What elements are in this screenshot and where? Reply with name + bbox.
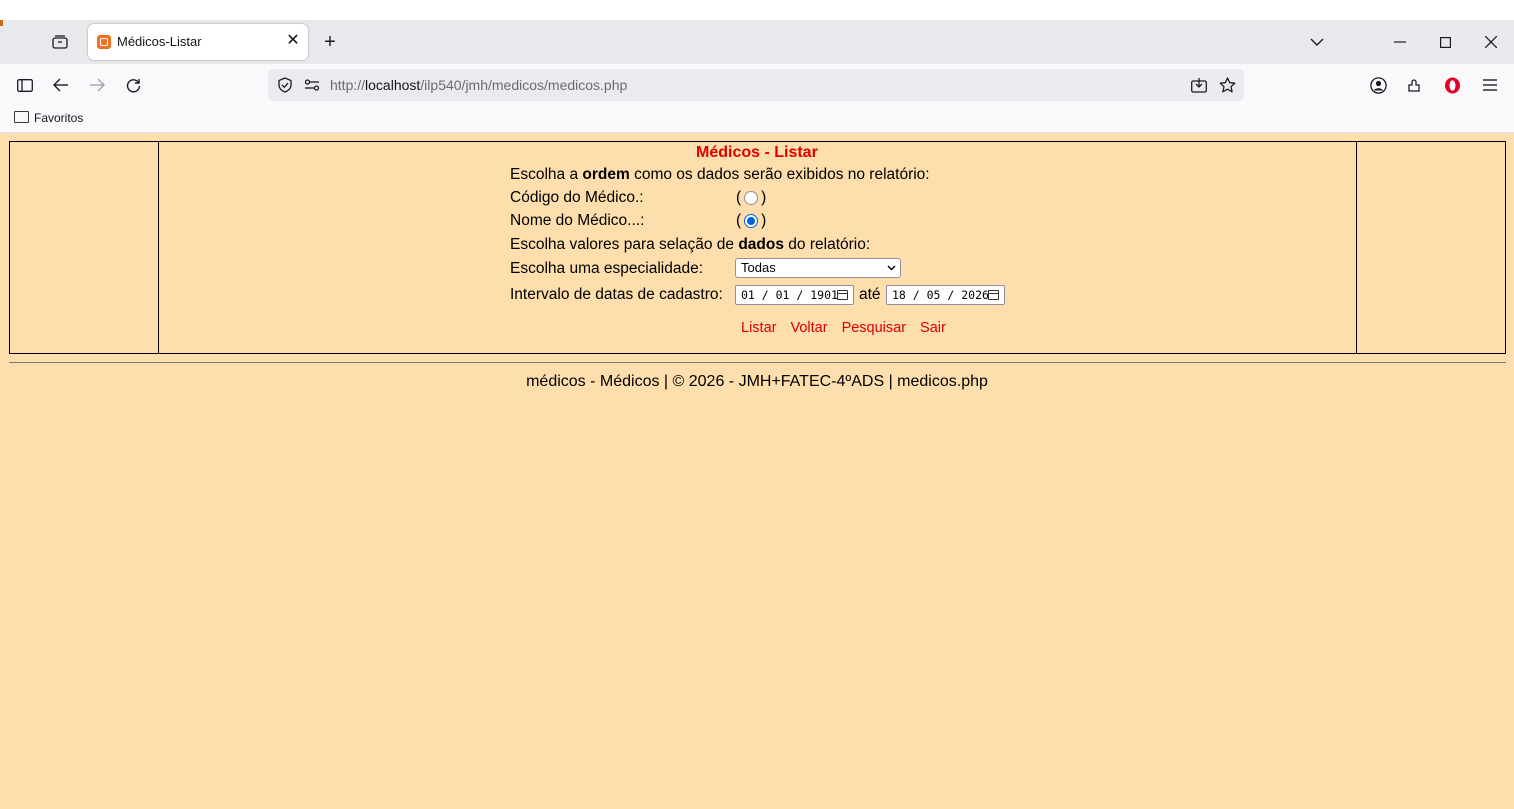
chevron-down-icon (887, 259, 896, 277)
tab-medicos-listar[interactable]: Médicos-Listar ✕ (88, 24, 308, 60)
sair-link[interactable]: Sair (920, 320, 946, 336)
page-footer: médicos - Médicos | © 2026 - JMH+FATEC-4… (526, 373, 988, 390)
date-range-label: Intervalo de datas de cadastro: (510, 286, 723, 303)
page-content: Médicos - Listar Escolha a ordem como os… (0, 133, 1514, 809)
date-from-value: 01 / 01 / 1901 (741, 288, 838, 302)
layout-table: Médicos - Listar Escolha a ordem como os… (9, 141, 1506, 354)
close-tab-icon[interactable]: ✕ (284, 32, 302, 50)
date-to-input[interactable]: 18 / 05 / 2026 (886, 285, 1005, 305)
pesquisar-link[interactable]: Pesquisar (842, 320, 906, 336)
sidebar-icon[interactable] (15, 75, 35, 95)
option-code-label: Código do Médico.: (510, 189, 644, 206)
calendar-icon[interactable] (988, 290, 999, 300)
save-to-pocket-icon[interactable] (1190, 77, 1208, 93)
order-instruction: Escolha a ordem como os dados serão exib… (510, 166, 930, 183)
maximize-icon[interactable] (1435, 32, 1455, 52)
tab-manager-icon[interactable] (50, 32, 70, 52)
forward-arrow-icon[interactable] (87, 75, 107, 95)
extensions-icon[interactable] (1404, 75, 1424, 95)
bookmarks-toolbar: Favoritos (0, 106, 1514, 133)
url-text[interactable]: http://localhost/ilp540/jmh/medicos/medi… (330, 77, 627, 93)
back-arrow-icon[interactable] (51, 75, 71, 95)
date-to-label: até (859, 286, 881, 303)
specialty-label: Escolha uma especialidade: (510, 260, 704, 277)
option-name-label: Nome do Médico...: (510, 212, 645, 229)
account-icon[interactable] (1368, 75, 1388, 95)
specialty-select[interactable]: Todas (735, 258, 901, 278)
close-window-icon[interactable] (1481, 32, 1501, 52)
option-name-group: () (736, 212, 767, 229)
list-tabs-chevron-icon[interactable] (1307, 32, 1327, 52)
page-settings-icon[interactable] (304, 77, 320, 93)
listar-form: Médicos - Listar Escolha a ordem como os… (510, 142, 1110, 353)
bookmark-folder-label: Favoritos (34, 111, 84, 125)
option-code-group: () (736, 189, 767, 206)
footer-divider (9, 362, 1506, 363)
xampp-icon (97, 35, 111, 49)
folder-icon (14, 111, 29, 123)
bookmark-folder-favoritos[interactable]: Favoritos (14, 111, 83, 125)
tab-title: Médicos-Listar (117, 34, 202, 49)
tab-strip: Médicos-Listar ✕ + (0, 20, 1514, 64)
specialty-selected-value: Todas (741, 260, 776, 275)
page-title: Médicos - Listar (696, 144, 818, 161)
minimize-icon[interactable] (1390, 32, 1410, 52)
opera-extension-icon[interactable] (1442, 75, 1462, 95)
calendar-icon[interactable] (837, 290, 848, 300)
window-edge (0, 20, 3, 26)
new-tab-icon[interactable]: + (320, 32, 340, 52)
right-column (1356, 142, 1505, 353)
date-to-value: 18 / 05 / 2026 (892, 288, 989, 302)
voltar-link[interactable]: Voltar (790, 320, 827, 336)
menu-icon[interactable] (1480, 75, 1500, 95)
shield-icon[interactable] (277, 77, 293, 93)
left-column (10, 142, 159, 353)
reload-icon[interactable] (123, 75, 143, 95)
order-name-radio[interactable] (744, 214, 759, 228)
listar-link[interactable]: Listar (741, 320, 776, 336)
date-from-input[interactable]: 01 / 01 / 1901 (735, 285, 854, 305)
bookmark-star-icon[interactable] (1218, 77, 1236, 93)
browser-window: Médicos-Listar ✕ + http://localhost/ilp5… (0, 20, 1514, 809)
filter-instruction: Escolha valores para selação de dados do… (510, 236, 871, 253)
order-code-radio[interactable] (744, 191, 759, 205)
url-bar[interactable]: http://localhost/ilp540/jmh/medicos/medi… (268, 69, 1244, 101)
action-links: Listar Voltar Pesquisar Sair (741, 320, 946, 336)
navigation-bar: http://localhost/ilp540/jmh/medicos/medi… (0, 64, 1514, 106)
